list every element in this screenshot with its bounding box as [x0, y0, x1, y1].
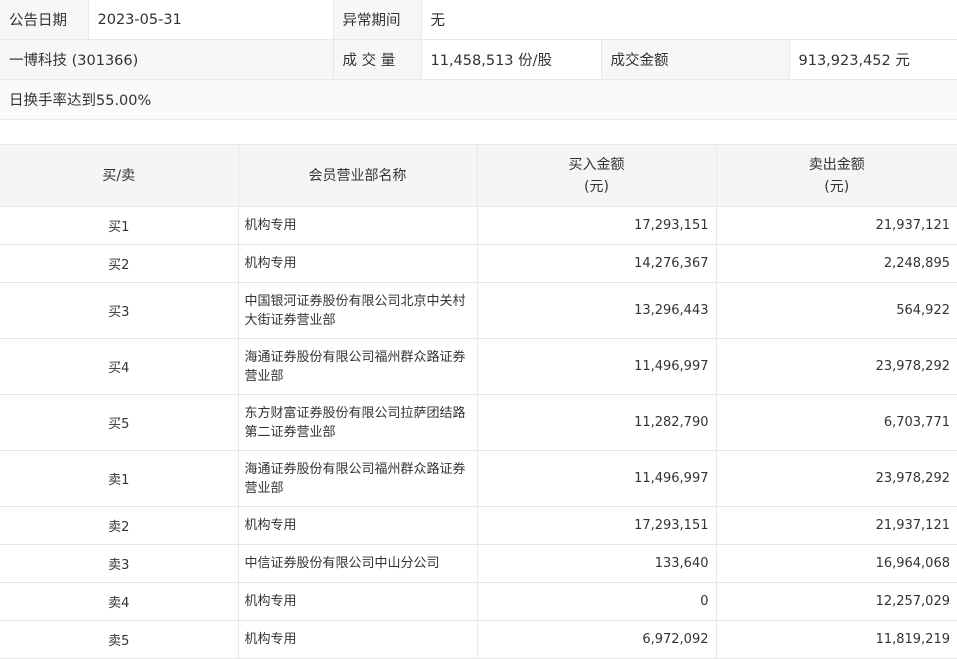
row-side: 买4 — [0, 338, 239, 395]
row-sell-amount: 21,937,121 — [715, 206, 957, 245]
table-header-row: 买/卖 会员营业部名称 买入金额 (元) 卖出金额 (元) — [0, 144, 957, 207]
row-buy-amount: 133,640 — [476, 544, 717, 583]
table-row: 卖2 机构专用 17,293,151 21,937,121 — [0, 506, 957, 545]
abnormal-period-value: 无 — [420, 0, 957, 40]
row-side: 卖4 — [0, 582, 239, 621]
table-row: 买3 中国银河证券股份有限公司北京中关村大街证券营业部 13,296,443 5… — [0, 282, 957, 339]
row-branch: 机构专用 — [237, 506, 478, 545]
row-branch: 东方财富证券股份有限公司拉萨团结路第二证券营业部 — [237, 394, 478, 451]
row-branch: 中国银河证券股份有限公司北京中关村大街证券营业部 — [237, 282, 478, 339]
row-sell-amount: 2,248,895 — [715, 244, 957, 283]
row-branch: 海通证券股份有限公司福州群众路证券营业部 — [237, 338, 478, 395]
row-buy-amount: 14,276,367 — [476, 244, 717, 283]
listing-reason: 日换手率达到55.00% — [0, 79, 957, 120]
table-row: 卖5 机构专用 6,972,092 11,819,219 — [0, 620, 957, 659]
row-branch: 中信证券股份有限公司中山分公司 — [237, 544, 478, 583]
row-buy-amount: 0 — [476, 582, 717, 621]
row-buy-amount: 11,496,997 — [476, 450, 717, 507]
summary-row-2: 一博科技 (301366) 成 交 量 11,458,513 份/股 成交金额 … — [0, 39, 957, 80]
row-branch: 机构专用 — [237, 206, 478, 245]
table-row: 买4 海通证券股份有限公司福州群众路证券营业部 11,496,997 23,97… — [0, 338, 957, 395]
table-row: 卖4 机构专用 0 12,257,029 — [0, 582, 957, 621]
row-side: 卖2 — [0, 506, 239, 545]
row-branch: 机构专用 — [237, 244, 478, 283]
row-sell-amount: 11,819,219 — [715, 620, 957, 659]
row-sell-amount: 6,703,771 — [715, 394, 957, 451]
row-sell-amount: 21,937,121 — [715, 506, 957, 545]
row-buy-amount: 17,293,151 — [476, 206, 717, 245]
announce-date-label: 公告日期 — [0, 0, 89, 40]
trading-seats-table: 买/卖 会员营业部名称 买入金额 (元) 卖出金额 (元) 买1 机构专用 17… — [0, 144, 957, 659]
row-sell-amount: 23,978,292 — [715, 338, 957, 395]
row-side: 买3 — [0, 282, 239, 339]
row-buy-amount: 6,972,092 — [476, 620, 717, 659]
amount-label: 成交金额 — [600, 39, 790, 80]
table-row: 买5 东方财富证券股份有限公司拉萨团结路第二证券营业部 11,282,790 6… — [0, 394, 957, 451]
row-buy-amount: 17,293,151 — [476, 506, 717, 545]
header-buy-amount: 买入金额 (元) — [476, 144, 717, 207]
volume-value: 11,458,513 份/股 — [420, 39, 602, 80]
row-buy-amount: 11,282,790 — [476, 394, 717, 451]
row-side: 卖3 — [0, 544, 239, 583]
header-sell-unit: (元) — [824, 178, 850, 195]
row-sell-amount: 23,978,292 — [715, 450, 957, 507]
abnormal-period-label: 异常期间 — [332, 0, 422, 40]
row-sell-amount: 12,257,029 — [715, 582, 957, 621]
summary-row-3: 日换手率达到55.00% — [0, 79, 957, 120]
volume-label: 成 交 量 — [332, 39, 422, 80]
announce-date-value: 2023-05-31 — [87, 0, 334, 40]
row-branch: 机构专用 — [237, 620, 478, 659]
row-side: 买1 — [0, 206, 239, 245]
stock-name: 一博科技 (301366) — [0, 39, 334, 80]
table-row: 买2 机构专用 14,276,367 2,248,895 — [0, 244, 957, 283]
row-side: 卖1 — [0, 450, 239, 507]
row-buy-amount: 11,496,997 — [476, 338, 717, 395]
summary-row-1: 公告日期 2023-05-31 异常期间 无 — [0, 0, 957, 40]
header-buy-title: 买入金额 — [568, 156, 625, 173]
header-sell-title: 卖出金额 — [808, 156, 865, 173]
table-row: 买1 机构专用 17,293,151 21,937,121 — [0, 206, 957, 245]
header-side: 买/卖 — [0, 144, 239, 207]
row-side: 买2 — [0, 244, 239, 283]
table-row: 卖3 中信证券股份有限公司中山分公司 133,640 16,964,068 — [0, 544, 957, 583]
stock-summary-table: 公告日期 2023-05-31 异常期间 无 一博科技 (301366) 成 交… — [0, 0, 957, 120]
row-branch: 机构专用 — [237, 582, 478, 621]
row-branch: 海通证券股份有限公司福州群众路证券营业部 — [237, 450, 478, 507]
row-sell-amount: 16,964,068 — [715, 544, 957, 583]
row-buy-amount: 13,296,443 — [476, 282, 717, 339]
table-row: 卖1 海通证券股份有限公司福州群众路证券营业部 11,496,997 23,97… — [0, 450, 957, 507]
row-sell-amount: 564,922 — [715, 282, 957, 339]
header-buy-unit: (元) — [584, 178, 609, 195]
header-branch: 会员营业部名称 — [237, 144, 478, 207]
row-side: 卖5 — [0, 620, 239, 659]
amount-value: 913,923,452 元 — [788, 39, 957, 80]
row-side: 买5 — [0, 394, 239, 451]
header-sell-amount: 卖出金额 (元) — [715, 144, 957, 207]
